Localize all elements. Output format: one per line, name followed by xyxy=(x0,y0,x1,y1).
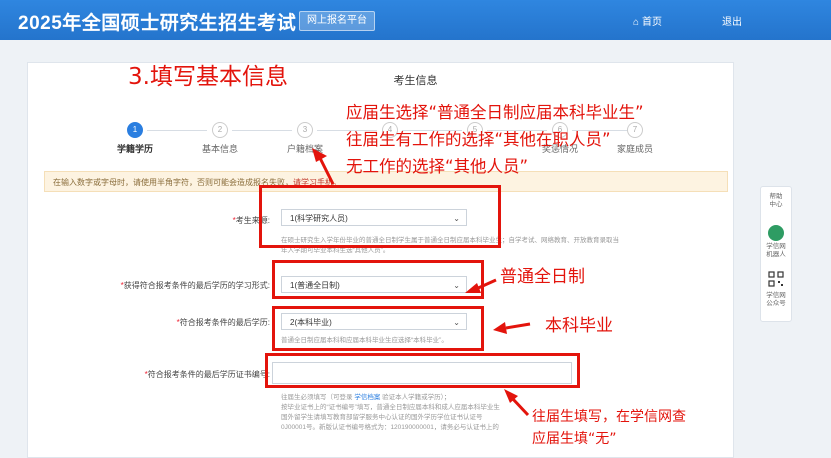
qr-link[interactable]: 学信网公众号 xyxy=(761,271,791,308)
step-number: 1 xyxy=(127,122,143,138)
step-label: 学籍学历 xyxy=(116,144,153,154)
xuexin-archive-link[interactable]: 学信档案 xyxy=(354,394,380,401)
annotation-study-form: 普通全日制 xyxy=(500,267,585,287)
annotation-cert-number: 往届生填写，在学信网查 应届生填“无” xyxy=(532,409,686,447)
platform-badge: 网上报名平台 xyxy=(299,11,375,31)
home-link[interactable]: ⌂ 首页 xyxy=(633,13,662,28)
last-degree-label: *符合报考条件的最后学历: xyxy=(176,318,270,327)
step-label: 户籍档案 xyxy=(286,144,323,154)
candidate-source-highlight-box xyxy=(259,185,501,248)
step-label: 基本信息 xyxy=(201,144,238,154)
step-number: 3 xyxy=(297,122,313,138)
step-3[interactable]: 3 户籍档案 xyxy=(280,122,330,155)
step-2[interactable]: 2 基本信息 xyxy=(195,122,245,155)
help-center-link[interactable]: 帮助中心 xyxy=(761,193,791,209)
page-title: 考生信息 xyxy=(393,75,438,87)
app-title: 2025年全国硕士研究生招生考试 xyxy=(18,13,297,34)
qr-label: 学信网公众号 xyxy=(766,292,786,307)
step-1[interactable]: 1 学籍学历 xyxy=(110,122,160,155)
robot-link[interactable]: 学信网机器人 xyxy=(761,225,791,259)
notice-text: 在输入数字或字母时，请使用半角字符，否则可能会造成报名失败， xyxy=(53,178,293,187)
robot-icon xyxy=(768,225,784,241)
last-degree-highlight-box xyxy=(272,306,484,351)
annotation-degree: 本科毕业 xyxy=(545,316,613,336)
annotation-step-title: 3.填写基本信息 xyxy=(128,64,288,90)
step-number: 2 xyxy=(212,122,228,138)
cert-number-highlight-box xyxy=(265,353,580,388)
study-form-label: *获得符合报考条件的最后学历的学习形式: xyxy=(120,281,270,290)
annotation-candidate-source: 应届生选择“普通全日制应届本科毕业生” 往届生有工作的选择“其他在职人员” 无工… xyxy=(346,103,644,176)
cert-number-label: *符合报考条件的最后学历证书编号: xyxy=(144,370,270,379)
logout-link[interactable]: 退出 xyxy=(722,13,742,28)
robot-label: 学信网机器人 xyxy=(766,243,786,258)
candidate-source-label: *考生来源: xyxy=(232,216,270,225)
qr-code-icon xyxy=(768,271,784,287)
side-panel: 帮助中心 学信网机器人 学信网公众号 xyxy=(760,186,792,322)
help-center-label: 帮助中心 xyxy=(769,193,783,208)
top-header: 2025年全国硕士研究生招生考试 网上报名平台 ⌂ 首页 退出 xyxy=(0,0,831,40)
home-icon: ⌂ xyxy=(633,17,640,28)
cert-number-help: 往届生必须填写（可登录 学信档案 验证本人学籍或学历）； 按毕业证书上的“证书编… xyxy=(281,394,500,431)
home-label: 首页 xyxy=(642,17,663,28)
study-form-highlight-box xyxy=(272,260,484,299)
